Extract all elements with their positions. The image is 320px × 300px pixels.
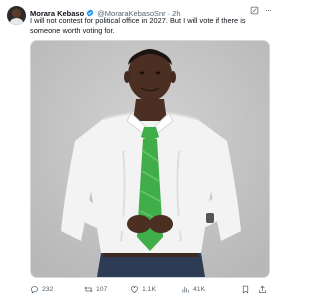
tweet-photo[interactable]	[30, 40, 270, 278]
like-button[interactable]: 1.1K	[130, 285, 156, 294]
share-icon	[259, 285, 266, 293]
tweet-text: I will not contest for political office …	[30, 16, 246, 35]
like-icon	[131, 285, 138, 293]
share-button[interactable]	[258, 285, 270, 294]
tweet-actions: 232 107 1.1K 41K	[30, 283, 270, 295]
reply-count: 232	[42, 285, 54, 293]
views-count: 41K	[193, 285, 206, 293]
bookmark-icon	[242, 285, 249, 294]
tweet[interactable]: Morara Kebaso @MoraraKebasoSnr · 2h ··· …	[0, 0, 276, 300]
views-icon	[182, 286, 189, 292]
like-count: 1.1K	[142, 285, 156, 293]
reply-button[interactable]: 232	[30, 285, 53, 294]
repost-icon	[84, 286, 93, 292]
person-portrait-image	[31, 41, 269, 277]
reply-icon	[31, 285, 38, 294]
repost-count: 107	[96, 285, 108, 293]
more-icon[interactable]: ···	[265, 5, 272, 15]
grok-icon[interactable]	[250, 6, 259, 15]
bookmark-button[interactable]	[241, 285, 253, 294]
avatar[interactable]	[7, 6, 26, 25]
views-button[interactable]: 41K	[181, 285, 205, 294]
repost-button[interactable]: 107	[84, 285, 107, 294]
